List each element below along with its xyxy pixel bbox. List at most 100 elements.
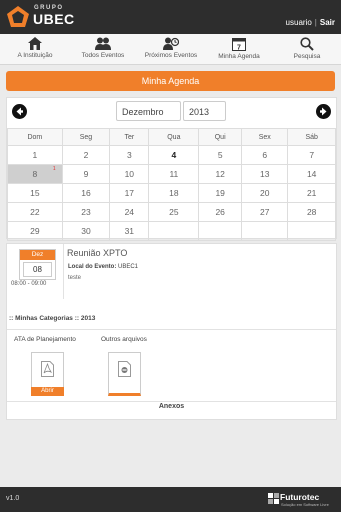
open-file-button[interactable]: Abrir — [31, 387, 64, 396]
weekday-header: Sex — [241, 128, 289, 146]
pdf-file-tile[interactable]: Abrir — [31, 352, 64, 396]
nav-item-all-events[interactable]: Todos Eventos — [69, 37, 137, 59]
nav-label-next-events: Próximos Eventos — [144, 52, 198, 59]
day-cell-empty — [287, 221, 336, 241]
day-cell-empty — [148, 221, 200, 241]
event-location: Local do Evento: UBEC1 — [68, 264, 138, 270]
day-cell[interactable]: 6 — [241, 145, 289, 165]
day-cell[interactable]: 23 — [61, 202, 111, 222]
day-cell[interactable]: 9 — [61, 164, 111, 184]
categories-label: :: Minhas Categorias :: — [9, 315, 80, 322]
event-day: 08 — [23, 262, 52, 277]
day-cell[interactable]: 19 — [198, 183, 243, 203]
other-file-tile[interactable] — [108, 352, 141, 396]
people-next-icon — [163, 37, 179, 50]
event-location-label: Local do Evento: — [68, 264, 117, 270]
nav-item-institution[interactable]: A Instituição — [1, 37, 69, 59]
event-count-marker: 1 — [52, 166, 56, 172]
calendar-icon-day: 7 — [237, 45, 241, 52]
weekday-header: Ter — [109, 128, 150, 146]
day-cell[interactable]: 3 — [109, 145, 150, 165]
logo-name-text: UBEC — [33, 11, 75, 27]
day-cell[interactable]: 20 — [241, 183, 289, 203]
day-cell[interactable]: 5 — [198, 145, 243, 165]
day-cell[interactable]: 18 — [148, 183, 200, 203]
day-cell-today[interactable]: 81 — [7, 164, 63, 184]
nav-label-all-events: Todos Eventos — [81, 52, 125, 59]
document-minus-icon — [118, 361, 131, 377]
day-cell[interactable]: 12 — [198, 164, 243, 184]
calendar-grid: Dom Seg Ter Qua Qui Sex Sáb 1 2 3 4 5 6 … — [7, 128, 336, 241]
day-cell[interactable]: 15 — [7, 183, 63, 203]
calendar: Dezembro 2013 Dom Seg Ter Qua Qui Sex Sá… — [6, 97, 337, 241]
weekday-header: Seg — [61, 128, 111, 146]
event-month: Dez — [20, 250, 55, 260]
day-cell[interactable]: 4 — [148, 145, 200, 165]
arrow-left-icon — [16, 107, 23, 116]
day-cell[interactable]: 27 — [241, 202, 289, 222]
file-column-label-ata: ATA de Planejamento — [14, 336, 76, 343]
nav-item-search[interactable]: Pesquisa — [273, 37, 341, 60]
day-cell[interactable]: 21 — [287, 183, 336, 203]
card-divider-bottom — [7, 401, 336, 402]
day-cell[interactable]: 16 — [61, 183, 111, 203]
nav-item-my-agenda[interactable]: 7 Minha Agenda — [205, 37, 273, 60]
nav-item-next-events[interactable]: Próximos Eventos — [137, 37, 205, 59]
day-cell[interactable]: 14 — [287, 164, 336, 184]
attachments-button[interactable]: Anexos — [7, 403, 336, 410]
day-cell[interactable]: 31 — [109, 221, 150, 241]
event-date-badge: Dez 08 — [19, 249, 56, 280]
main-nav: usuario | Sair A Instituição Todos Eventos… — [0, 18, 341, 65]
day-cell[interactable]: 1 — [7, 145, 63, 165]
day-cell-empty — [198, 221, 243, 241]
event-title[interactable]: Reunião XPTO — [67, 248, 127, 258]
month-select[interactable]: Dezembro — [116, 101, 181, 121]
day-cell[interactable]: 13 — [241, 164, 289, 184]
day-cell[interactable]: 26 — [198, 202, 243, 222]
calendar-icon: 7 — [232, 38, 246, 52]
day-cell[interactable]: 28 — [287, 202, 336, 222]
day-cell[interactable]: 11 — [148, 164, 200, 184]
app-footer: v1.0 Futurotec Solução em Software Livre — [0, 487, 341, 512]
ubec-logo-icon — [7, 6, 29, 27]
arrow-right-icon — [320, 107, 327, 116]
file-column-label-others: Outros arquivos — [101, 336, 147, 343]
day-cell[interactable]: 25 — [148, 202, 200, 222]
day-cell[interactable]: 17 — [109, 183, 150, 203]
weekday-header: Qui — [198, 128, 243, 146]
app-version: v1.0 — [6, 495, 20, 502]
futurotec-logo-icon — [268, 493, 279, 504]
event-card: Dez 08 08:00 - 09:00 Reunião XPTO Local … — [6, 243, 337, 420]
weekday-header: Dom — [7, 128, 63, 146]
nav-label-search: Pesquisa — [293, 53, 321, 60]
prev-month-button[interactable] — [12, 104, 27, 119]
weekday-header: Qua — [148, 128, 200, 146]
next-month-button[interactable] — [316, 104, 331, 119]
year-select[interactable]: 2013 — [183, 101, 226, 121]
day-cell[interactable]: 24 — [109, 202, 150, 222]
user-name[interactable]: usuario — [286, 18, 312, 27]
card-divider — [7, 329, 336, 330]
people-icon — [95, 37, 111, 50]
event-divider — [63, 244, 64, 299]
institution-icon — [28, 37, 42, 50]
event-location-value: UBEC1 — [118, 264, 139, 270]
page-title: Minha Agenda — [6, 71, 335, 91]
day-cell[interactable]: 2 — [61, 145, 111, 165]
categories-heading: :: Minhas Categorias :: 2013 — [9, 315, 95, 322]
logout-link[interactable]: Sair — [320, 18, 335, 27]
weekday-header: Sáb — [287, 128, 336, 146]
day-cell[interactable]: 29 — [7, 221, 63, 241]
brand-name: Futurotec — [280, 492, 320, 502]
brand-tagline: Solução em Software Livre — [281, 502, 329, 507]
day-cell[interactable]: 7 — [287, 145, 336, 165]
event-description: teste — [68, 275, 82, 281]
search-icon — [300, 37, 314, 51]
day-cell[interactable]: 30 — [61, 221, 111, 241]
event-time: 08:00 - 09:00 — [11, 281, 47, 287]
day-number: 8 — [32, 169, 38, 179]
day-cell[interactable]: 10 — [109, 164, 150, 184]
nav-label-my-agenda: Minha Agenda — [218, 53, 260, 60]
user-area: usuario | Sair — [286, 18, 335, 27]
day-cell[interactable]: 22 — [7, 202, 63, 222]
